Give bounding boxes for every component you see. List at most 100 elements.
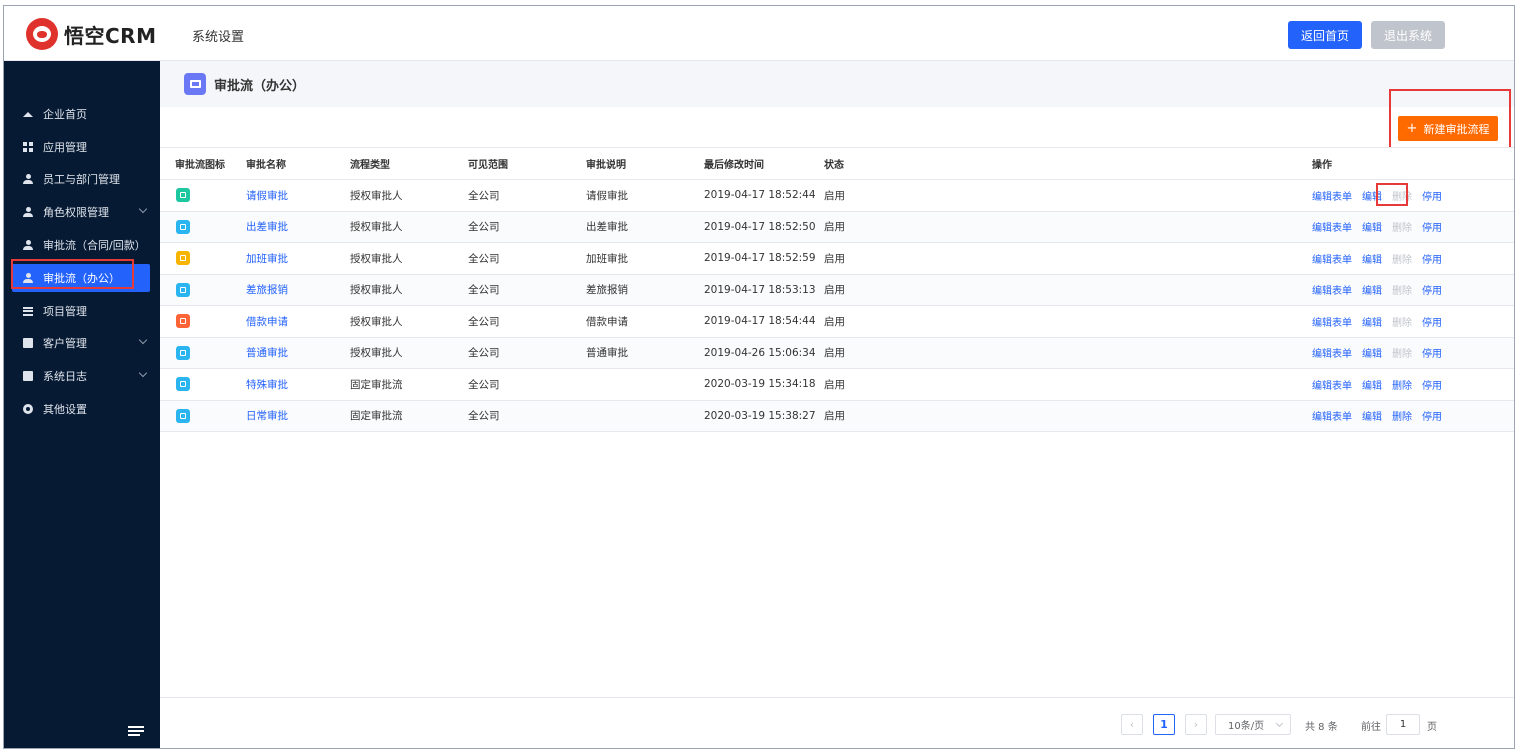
- home-icon: [22, 109, 33, 120]
- edit-form-link[interactable]: 编辑表单: [1312, 192, 1352, 203]
- chevron-down-icon: [1275, 719, 1284, 728]
- disable-link[interactable]: 停用: [1422, 412, 1442, 423]
- icon-cell: [160, 242, 232, 275]
- modified-time-cell: 2019-04-17 18:53:13: [704, 274, 824, 306]
- modified-time-cell: 2020-03-19 15:34:18: [704, 368, 824, 401]
- approval-name-link[interactable]: 请假审批: [246, 190, 288, 202]
- column-header[interactable]: 审批名称: [232, 147, 350, 180]
- approval-name-cell: 日常审批: [232, 400, 350, 432]
- scope-cell: 全公司: [468, 368, 586, 401]
- column-header[interactable]: 可见范围: [468, 147, 586, 180]
- back-home-button[interactable]: 返回首页: [1288, 21, 1362, 49]
- modified-time-cell: 2019-04-17 18:52:59: [704, 242, 824, 275]
- approval-name-link[interactable]: 借款申请: [246, 316, 288, 328]
- column-header[interactable]: 审批流图标: [160, 147, 232, 180]
- approval-table: 审批流图标 审批名称 流程类型 可见范围 审批说明 最后修改时间 状态 操作 请…: [160, 147, 1514, 432]
- approval-name-link[interactable]: 普通审批: [246, 347, 288, 359]
- icon-cell: [160, 211, 232, 243]
- new-approval-flow-button[interactable]: + 新建审批流程: [1398, 116, 1498, 141]
- flow-type-cell: 授权审批人: [350, 242, 468, 275]
- disable-link[interactable]: 停用: [1422, 192, 1442, 203]
- operations-cell: 编辑表单 编辑 删除 停用: [1312, 400, 1514, 432]
- status-cell: 启用: [824, 305, 1312, 338]
- approval-name-link[interactable]: 出差审批: [246, 221, 288, 233]
- sidebar-item-logs[interactable]: 系统日志: [12, 362, 150, 390]
- disable-link[interactable]: 停用: [1422, 349, 1442, 360]
- logo[interactable]: 悟空CRM: [26, 18, 156, 50]
- edit-link[interactable]: 编辑: [1362, 223, 1382, 234]
- main-content: 审批流（办公） + 新建审批流程 审批流图标 审批名称 流程类型 可见范围 审批…: [160, 61, 1514, 748]
- prev-page-button[interactable]: ‹: [1121, 714, 1143, 735]
- approval-name-link[interactable]: 差旅报销: [246, 284, 288, 296]
- operations-cell: 编辑表单 编辑 删除 停用: [1312, 368, 1514, 401]
- icon-cell: [160, 179, 232, 212]
- disable-link[interactable]: 停用: [1422, 381, 1442, 392]
- table-row: 借款申请 授权审批人 全公司 借款申请 2019-04-17 18:54:44 启用 编辑表…: [160, 305, 1514, 338]
- top-header: 悟空CRM 系统设置 返回首页 退出系统: [4, 6, 1514, 61]
- goto-page-input[interactable]: [1386, 714, 1420, 735]
- delete-link[interactable]: 删除: [1392, 412, 1412, 423]
- delete-link: 删除: [1392, 349, 1412, 361]
- page-number[interactable]: 1: [1153, 714, 1175, 735]
- edit-link[interactable]: 编辑: [1362, 412, 1382, 423]
- icon-cell: [160, 400, 232, 432]
- sidebar-item-customers[interactable]: 客户管理: [12, 329, 150, 357]
- exit-system-button[interactable]: 退出系统: [1371, 21, 1445, 49]
- approval-name-cell: 特殊审批: [232, 368, 350, 401]
- status-cell: 启用: [824, 179, 1312, 212]
- icon-cell: [160, 274, 232, 306]
- sidebar-item-staff[interactable]: 员工与部门管理: [12, 165, 150, 193]
- operations-cell: 编辑表单 编辑 删除 停用: [1312, 179, 1514, 212]
- modified-time-cell: 2019-04-17 18:54:44: [704, 305, 824, 338]
- chevron-down-icon: [138, 335, 148, 345]
- approval-name-link[interactable]: 特殊审批: [246, 379, 288, 391]
- sidebar-item-home[interactable]: 企业首页: [12, 100, 150, 128]
- edit-form-link[interactable]: 编辑表单: [1312, 223, 1352, 234]
- edit-form-link[interactable]: 编辑表单: [1312, 255, 1352, 266]
- column-header[interactable]: 流程类型: [350, 147, 468, 180]
- status-cell: 启用: [824, 274, 1312, 306]
- sidebar-item-label: 客户管理: [43, 337, 87, 350]
- column-header[interactable]: 状态: [824, 147, 1312, 180]
- edit-form-link[interactable]: 编辑表单: [1312, 318, 1352, 329]
- page-size-value: 10条/页: [1228, 721, 1265, 732]
- edit-link[interactable]: 编辑: [1362, 381, 1382, 392]
- disable-link[interactable]: 停用: [1422, 318, 1442, 329]
- table-row: 日常审批 固定审批流 全公司 2020-03-19 15:38:27 启用 编辑表单 编辑删…: [160, 400, 1514, 432]
- collapse-sidebar-icon[interactable]: [128, 726, 144, 736]
- chevron-down-icon: [138, 368, 148, 378]
- approval-name-link[interactable]: 加班审批: [246, 253, 288, 265]
- description-cell: 加班审批: [586, 242, 704, 275]
- edit-form-link[interactable]: 编辑表单: [1312, 349, 1352, 360]
- breadcrumb-title: 审批流（办公）: [214, 78, 306, 94]
- approval-name-link[interactable]: 日常审批: [246, 410, 288, 422]
- approval-flow-icon: [176, 345, 190, 360]
- next-page-button[interactable]: ›: [1185, 714, 1207, 735]
- sidebar-item-roles[interactable]: 角色权限管理: [12, 198, 150, 226]
- page-size-select[interactable]: 10条/页: [1215, 714, 1291, 735]
- edit-link[interactable]: 编辑: [1362, 286, 1382, 297]
- disable-link[interactable]: 停用: [1422, 223, 1442, 234]
- edit-form-link[interactable]: 编辑表单: [1312, 286, 1352, 297]
- column-header[interactable]: 审批说明: [586, 147, 704, 180]
- operations-cell: 编辑表单 编辑 删除 停用: [1312, 274, 1514, 306]
- scope-cell: 全公司: [468, 242, 586, 275]
- delete-link: 删除: [1392, 223, 1412, 235]
- edit-link[interactable]: 编辑: [1362, 255, 1382, 266]
- delete-link[interactable]: 删除: [1392, 381, 1412, 392]
- edit-form-link[interactable]: 编辑表单: [1312, 381, 1352, 392]
- sidebar-item-projects[interactable]: 项目管理: [12, 297, 150, 325]
- disable-link[interactable]: 停用: [1422, 286, 1442, 297]
- disable-link[interactable]: 停用: [1422, 255, 1442, 266]
- edit-link[interactable]: 编辑: [1362, 318, 1382, 329]
- edit-link[interactable]: 编辑: [1362, 349, 1382, 360]
- delete-link: 删除: [1392, 317, 1412, 329]
- flow-type-cell: 固定审批流: [350, 368, 468, 401]
- sidebar-item-approval-contract[interactable]: 审批流（合同/回款）: [12, 231, 150, 259]
- user-role-icon: [22, 206, 33, 218]
- edit-form-link[interactable]: 编辑表单: [1312, 412, 1352, 423]
- sidebar-item-other[interactable]: 其他设置: [12, 395, 150, 423]
- column-header[interactable]: 最后修改时间: [704, 147, 824, 180]
- operations-cell: 编辑表单 编辑 删除 停用: [1312, 242, 1514, 275]
- sidebar-item-apps[interactable]: 应用管理: [12, 133, 150, 161]
